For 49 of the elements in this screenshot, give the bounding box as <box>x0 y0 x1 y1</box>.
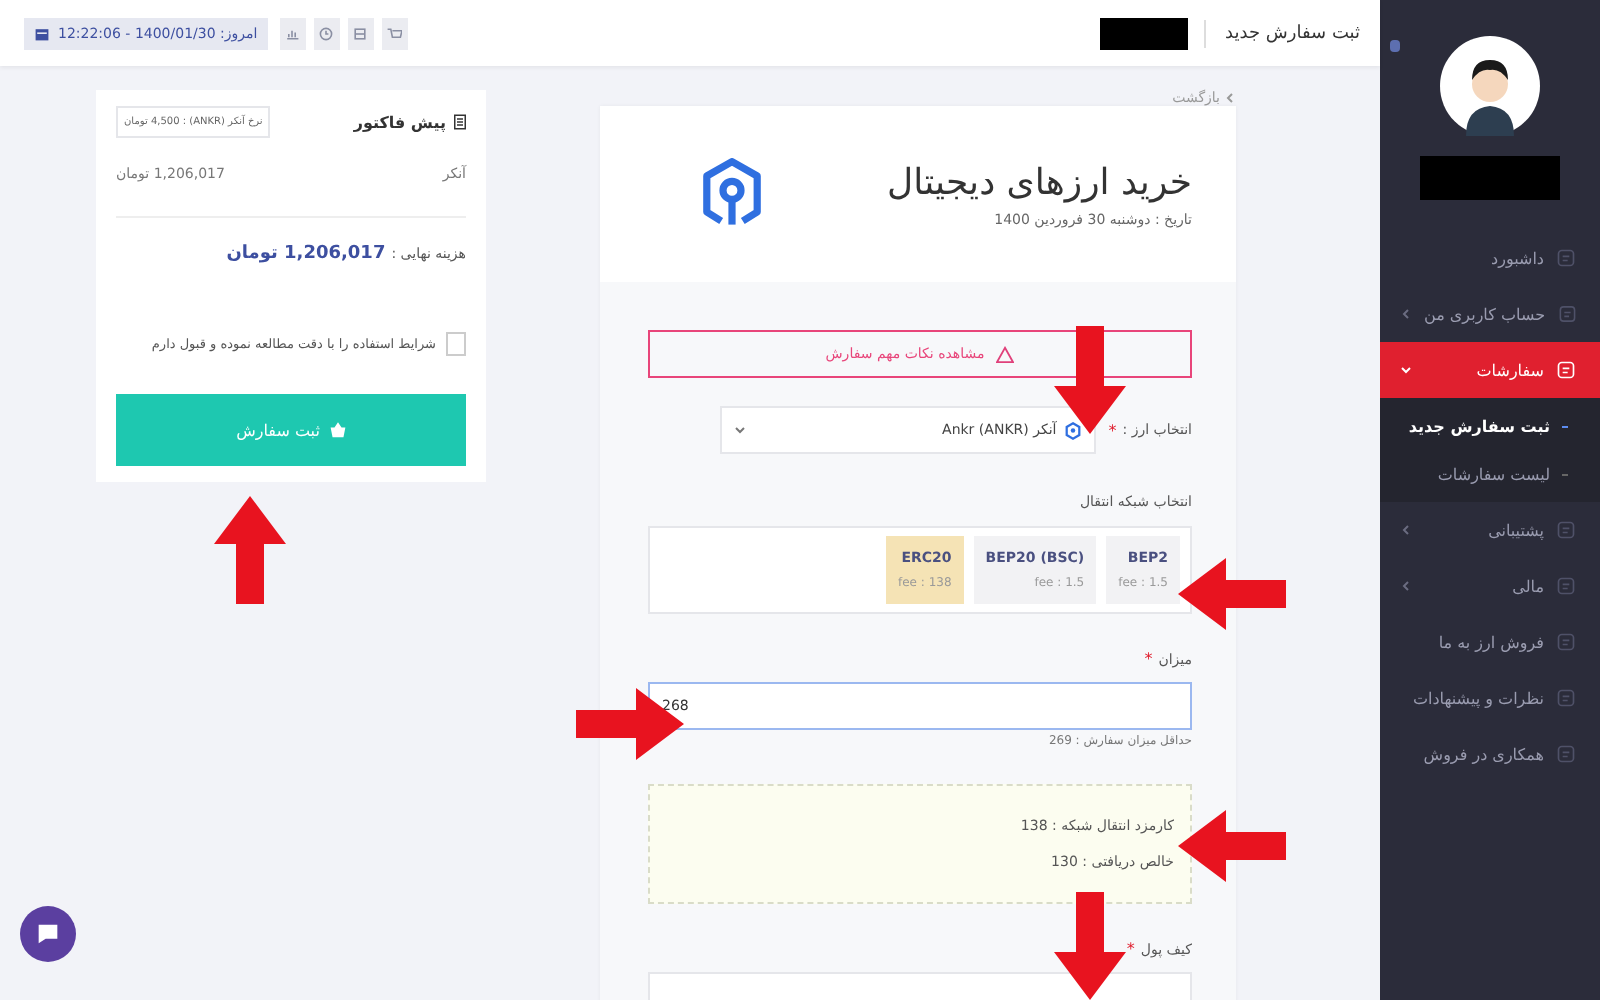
sidebar-item[interactable]: فروش ارز به ما <box>1380 614 1600 670</box>
chart-icon[interactable] <box>279 17 306 49</box>
redaction-block <box>1099 17 1188 49</box>
terms-checkbox[interactable] <box>446 332 466 356</box>
submenu-item[interactable]: لیست سفارشات <box>1380 450 1600 498</box>
annotation-arrow <box>214 496 286 604</box>
list-icon <box>1556 688 1576 708</box>
required-mark: * <box>1108 421 1117 439</box>
annotation-arrow <box>1054 326 1126 434</box>
required-mark: * <box>1126 940 1135 958</box>
document-icon <box>454 114 466 130</box>
list-icon <box>1556 520 1576 540</box>
sidebar-item[interactable]: داشبورد <box>1380 230 1600 286</box>
invoice-title: پیش فاکتور <box>353 113 446 131</box>
chevron-icon <box>1224 92 1236 104</box>
cart-icon[interactable] <box>381 17 408 49</box>
page-title: ثبت سفارش جدید <box>1225 23 1360 43</box>
required-mark: * <box>1144 650 1153 668</box>
annotation-arrow <box>1178 558 1286 630</box>
sidebar-item[interactable]: همکاری در فروش <box>1380 726 1600 782</box>
annotation-arrow <box>1054 892 1126 1000</box>
list-icon <box>1556 632 1576 652</box>
calendar-icon <box>34 25 50 41</box>
submenu-item[interactable]: ثبت سفارش جدید <box>1380 402 1600 450</box>
chat-icon <box>34 920 62 948</box>
sidebar-item[interactable]: پشتیبانی <box>1380 502 1600 558</box>
list-icon <box>1556 576 1576 596</box>
sidebar-item[interactable]: نظرات و پیشنهادات <box>1380 670 1600 726</box>
caret-icon <box>734 424 747 436</box>
total-amount: 1,206,017 تومان <box>226 244 386 264</box>
status-icon <box>1390 40 1400 52</box>
printer-icon[interactable] <box>347 17 374 49</box>
page-heading: خرید ارزهای دیجیتال <box>887 161 1192 203</box>
sidebar-item[interactable]: سفارشات <box>1380 342 1600 398</box>
list-icon <box>1557 304 1576 324</box>
coin-logo-icon <box>1064 421 1083 439</box>
warning-icon <box>996 345 1015 363</box>
redaction-block <box>1420 156 1560 200</box>
basket-icon <box>329 422 346 438</box>
clock-icon[interactable] <box>313 17 340 49</box>
chat-button[interactable] <box>20 906 76 962</box>
sidebar-item[interactable]: مالی <box>1380 558 1600 614</box>
annotation-arrow <box>1178 810 1286 882</box>
sidebar-item[interactable]: حساب کاربری من <box>1380 286 1600 342</box>
list-icon <box>1556 248 1576 268</box>
annotation-arrow <box>576 688 684 760</box>
list-icon <box>1556 360 1576 380</box>
list-icon <box>1556 744 1576 764</box>
avatar <box>1440 36 1540 136</box>
